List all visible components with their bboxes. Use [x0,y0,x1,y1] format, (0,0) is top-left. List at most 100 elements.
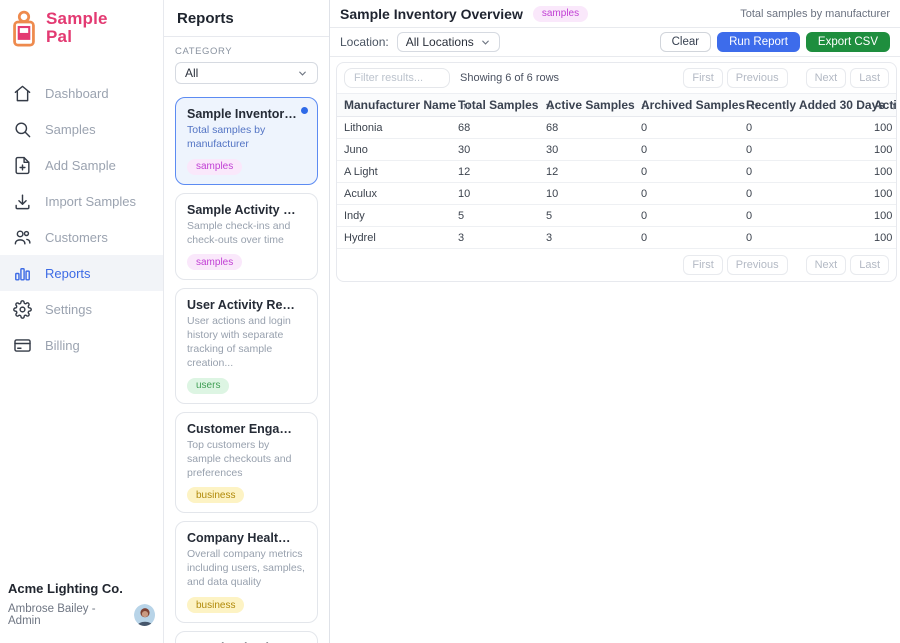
table-cell: 0 [634,161,739,183]
toolbar-actions: Clear Run Report Export CSV [660,32,890,52]
run-report-button[interactable]: Run Report [717,32,800,52]
sidebar-item-dashboard[interactable]: Dashboard [0,75,163,111]
pagination-previous-button[interactable]: Previous [727,68,788,88]
table-scroll-area[interactable]: Manufacturer Name↑↓Total Samples↑↓Active… [337,93,896,249]
app-root: Sample Pal Dashboard Samples Add Sample Imp… [0,0,900,643]
chevron-down-icon [297,68,308,79]
sidebar-item-add-sample[interactable]: Add Sample [0,147,163,183]
report-card[interactable]: User Activity Report User actions and log… [175,288,318,403]
clear-button[interactable]: Clear [660,32,711,52]
users-icon [13,228,32,247]
report-title-badge: samples [533,6,588,22]
table-cell: 10 [451,183,539,205]
pagination-last-button[interactable]: Last [850,255,889,275]
table-row[interactable]: A Light121200100 [337,161,896,183]
category-badge: samples [187,159,242,175]
table-cell: 0 [739,161,867,183]
table-cell: 0 [739,205,867,227]
report-card-title: User Activity Report [187,298,306,312]
table-cell: Aculux [337,183,451,205]
sidebar-item-label: Samples [45,122,96,137]
pagination-first-button[interactable]: First [683,68,722,88]
report-title: Sample Inventory Overview [340,6,523,22]
report-card[interactable]: Sample Activity ReportSample check-ins a… [175,193,318,281]
brand-logo[interactable]: Sample Pal [0,0,163,57]
table-cell: 0 [634,227,739,249]
location-select-value: All Locations [406,35,474,49]
table-cell: Indy [337,205,451,227]
column-header-label: Active Samples [546,98,635,112]
category-label: CATEGORY [175,46,318,57]
export-csv-button[interactable]: Export CSV [806,32,890,52]
table-row[interactable]: Hydrel3300100 [337,227,896,249]
category-select[interactable]: All [175,62,318,84]
sidebar-item-customers[interactable]: Customers [0,219,163,255]
report-card-list: Sample Inventory Overv...Total samples b… [175,97,318,643]
report-card[interactable]: Company Health DashboardOverall company … [175,521,318,623]
table-row[interactable]: Indy5500100 [337,205,896,227]
table-row[interactable]: Juno303000100 [337,139,896,161]
table-cell: 12 [451,161,539,183]
sidebar-item-billing[interactable]: Billing [0,327,163,363]
location-select[interactable]: All Locations [397,32,500,52]
table-cell: 30 [451,139,539,161]
sidebar-item-label: Import Samples [45,194,136,209]
table-row[interactable]: Lithonia686800100 [337,117,896,139]
report-card-description: Overall company metrics including users,… [187,548,306,590]
file-plus-icon [13,156,32,175]
sidebar: Sample Pal Dashboard Samples Add Sample Imp… [0,0,164,643]
report-card[interactable]: Sample Inventory Overv...Total samples b… [175,97,318,185]
table-cell: 100 [867,117,896,139]
table-cell: 3 [539,227,634,249]
report-card[interactable]: Customer EngagementTop customers by samp… [175,412,318,514]
table-cell: 3 [451,227,539,249]
category-badge: business [187,487,244,503]
table-cell: 100 [867,183,896,205]
results-table-card: Showing 6 of 6 rows FirstPreviousNextLas… [336,62,897,282]
pagination-next-button[interactable]: Next [806,255,847,275]
table-bottombar: FirstPrevious NextLast [337,249,896,281]
sidebar-item-label: Dashboard [45,86,109,101]
pagination-top: FirstPrevious NextLast [683,68,889,88]
table-cell: 100 [867,227,896,249]
category-select-value: All [185,66,198,80]
table-cell: 0 [739,139,867,161]
pagination-next-button[interactable]: Next [806,68,847,88]
table-cell: 0 [739,227,867,249]
column-header-label: Total Samples [458,98,538,112]
table-cell: Hydrel [337,227,451,249]
selected-indicator-dot [301,107,308,114]
sidebar-item-label: Customers [45,230,108,245]
pagination-previous-button[interactable]: Previous [727,255,788,275]
pagination-first-button[interactable]: First [683,255,722,275]
sidebar-item-settings[interactable]: Settings [0,291,163,327]
search-icon [13,120,32,139]
user-avatar[interactable] [134,604,155,626]
report-card-title: Sample Activity Report [187,203,306,217]
main-area: Sample Inventory Overview samples Total … [330,0,900,643]
user-row[interactable]: Ambrose Bailey - Admin [8,603,155,627]
report-card-title: Sample Inventory Overv... [187,107,306,121]
report-card[interactable]: Sample Checkout TrendsDaily trends of sa… [175,631,318,643]
user-name-role: Ambrose Bailey - Admin [8,603,127,627]
home-icon [13,84,32,103]
chevron-down-icon [480,37,491,48]
table-cell: 68 [451,117,539,139]
table-cell: A Light [337,161,451,183]
gear-icon [13,300,32,319]
table-row[interactable]: Aculux101000100 [337,183,896,205]
column-header: Archived Samples↑↓ [634,94,739,117]
sidebar-item-import-samples[interactable]: Import Samples [0,183,163,219]
report-content: Showing 6 of 6 rows FirstPreviousNextLas… [330,57,900,282]
pagination-last-button[interactable]: Last [850,68,889,88]
row-count-status: Showing 6 of 6 rows [460,72,559,84]
sidebar-item-samples[interactable]: Samples [0,111,163,147]
column-header-label: Recently Added 30 Days [746,98,885,112]
sidebar-item-label: Billing [45,338,80,353]
column-header: Manufacturer Name↑↓ [337,94,451,117]
sidebar-item-reports[interactable]: Reports [0,255,163,291]
table-cell: 100 [867,161,896,183]
sidebar-footer: Acme Lighting Co. Ambrose Bailey - Admin [0,581,163,643]
report-card-description: User actions and login history with sepa… [187,315,306,370]
filter-input[interactable] [344,68,450,88]
